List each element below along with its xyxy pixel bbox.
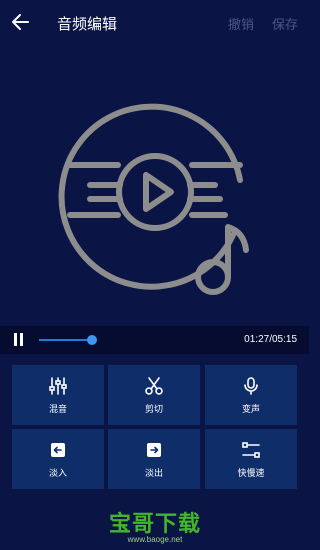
audio-artwork xyxy=(50,95,260,305)
fade-in-label: 淡入 xyxy=(48,468,67,478)
playback-bar: 01:27/05:15 xyxy=(0,326,309,354)
fade-in-icon xyxy=(51,443,65,457)
top-bar: 音频编辑 撤销 保存 xyxy=(0,0,309,44)
fade-out-label: 淡出 xyxy=(144,468,163,478)
cut-button[interactable]: 剪切 xyxy=(108,365,200,425)
progress-thumb[interactable] xyxy=(87,335,97,345)
scissors-icon xyxy=(145,377,163,395)
time-readout: 01:27/05:15 xyxy=(244,334,297,345)
fade-in-button[interactable]: 淡入 xyxy=(12,429,104,489)
speed-button[interactable]: 快慢速 xyxy=(205,429,297,489)
back-button[interactable] xyxy=(10,11,32,33)
undo-button[interactable]: 撤销 xyxy=(228,14,254,33)
arrow-left-icon xyxy=(12,14,29,30)
sliders-icon xyxy=(49,377,67,395)
pause-button[interactable] xyxy=(13,333,24,346)
fade-out-button[interactable]: 淡出 xyxy=(108,429,200,489)
microphone-icon xyxy=(244,377,258,395)
progress-track[interactable] xyxy=(39,339,92,341)
watermark-title: 宝哥下载 xyxy=(108,511,201,536)
mix-button[interactable]: 混音 xyxy=(12,365,104,425)
cut-label: 剪切 xyxy=(144,404,163,414)
voice-change-button[interactable]: 变声 xyxy=(205,365,297,425)
music-disc-video-icon xyxy=(58,103,249,295)
mix-label: 混音 xyxy=(48,404,67,414)
speed-icon xyxy=(242,442,260,458)
pause-icon xyxy=(14,333,17,346)
page-title: 音频编辑 xyxy=(57,16,118,33)
speed-label: 快慢速 xyxy=(237,468,265,478)
fade-out-icon xyxy=(147,443,161,457)
watermark-url: www.baoge.net xyxy=(127,535,183,544)
save-button[interactable]: 保存 xyxy=(272,14,298,33)
voice-change-label: 变声 xyxy=(241,404,260,414)
watermark: 宝哥下载 www.baoge.net xyxy=(100,506,210,546)
